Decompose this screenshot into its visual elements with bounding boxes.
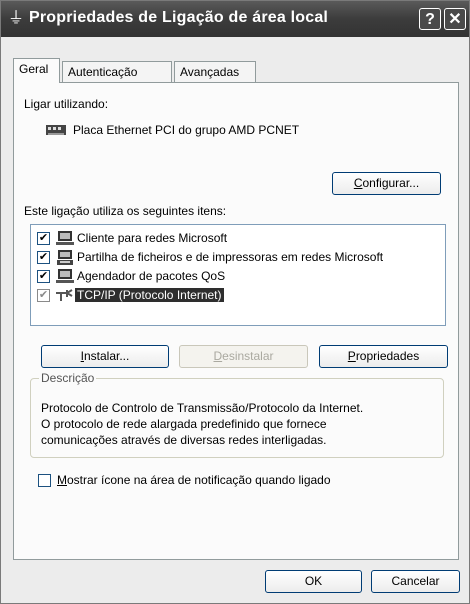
file-printer-sharing-icon (55, 249, 75, 266)
ok-button[interactable]: OK (265, 570, 362, 593)
properties-dialog: ⏚ Propriedades de Ligação de área local … (0, 0, 470, 604)
show-icon-label: Mostrar ícone na área de notificação qua… (57, 473, 331, 487)
close-button[interactable]: ✕ (444, 8, 466, 30)
adapter-name: Placa Ethernet PCI do grupo AMD PCNET (73, 123, 300, 137)
description-line: Protocolo de Controlo de Transmissão/Pro… (41, 401, 364, 415)
description-legend: Descrição (39, 371, 97, 385)
network-adapter-icon (46, 124, 66, 139)
properties-button[interactable]: Propriedades (319, 345, 448, 368)
cancel-button[interactable]: Cancelar (371, 570, 460, 593)
item-checkbox[interactable]: ✔ (37, 270, 50, 283)
list-item[interactable]: ✔ Partilha de ficheiros e de impressoras… (37, 248, 437, 268)
description-line: O protocolo de rede alargada predefinido… (41, 417, 327, 431)
network-connection-icon: ⏚ (7, 10, 24, 27)
item-checkbox[interactable]: ✔ (37, 232, 50, 245)
general-tab-panel: Ligar utilizando: Placa Ethernet PCI do … (13, 82, 459, 560)
description-text: Protocolo de Controlo de Transmissão/Pro… (41, 400, 441, 448)
show-icon-checkbox[interactable] (38, 474, 51, 487)
tab-avancadas[interactable]: Avançadas (174, 61, 256, 82)
item-checkbox[interactable]: ✔ (37, 251, 50, 264)
item-label: Cliente para redes Microsoft (77, 231, 228, 245)
show-icon-option[interactable]: Mostrar ícone na área de notificação qua… (38, 472, 418, 490)
network-client-icon (55, 230, 75, 247)
description-group: Descrição Protocolo de Controlo de Trans… (30, 371, 444, 458)
item-label: Agendador de pacotes QoS (77, 269, 226, 283)
list-item[interactable]: ✔ Agendador de pacotes QoS (37, 267, 437, 287)
tab-geral[interactable]: Geral (13, 58, 60, 83)
window-title: Propriedades de Ligação de área local (29, 9, 329, 26)
connect-using-label: Ligar utilizando: (24, 97, 109, 111)
help-button[interactable]: ? (419, 8, 441, 30)
install-button[interactable]: Instalar... (41, 345, 169, 368)
components-list[interactable]: ✔ Cliente para redes Microsoft ✔ Partilh… (30, 224, 446, 326)
adapter-display: Placa Ethernet PCI do grupo AMD PCNET (26, 119, 446, 143)
item-label: Partilha de ficheiros e de impressoras e… (77, 250, 384, 264)
item-checkbox[interactable]: ✔ (37, 289, 50, 302)
list-item[interactable]: ✔ TCP/IP (Protocolo Internet) (37, 286, 437, 306)
items-label: Este ligação utiliza os seguintes itens: (24, 204, 227, 218)
title-bar[interactable]: ⏚ Propriedades de Ligação de área local … (1, 1, 469, 37)
protocol-icon (55, 287, 75, 304)
list-item[interactable]: ✔ Cliente para redes Microsoft (37, 229, 437, 249)
qos-scheduler-icon (55, 268, 75, 285)
configure-button[interactable]: Configurar... (332, 172, 441, 195)
description-line: comunicações através de diversas redes i… (41, 433, 327, 447)
tab-autenticacao[interactable]: Autenticação (62, 61, 172, 82)
uninstall-button[interactable]: Desinstalar (179, 345, 308, 368)
item-label: TCP/IP (Protocolo Internet) (75, 288, 224, 302)
